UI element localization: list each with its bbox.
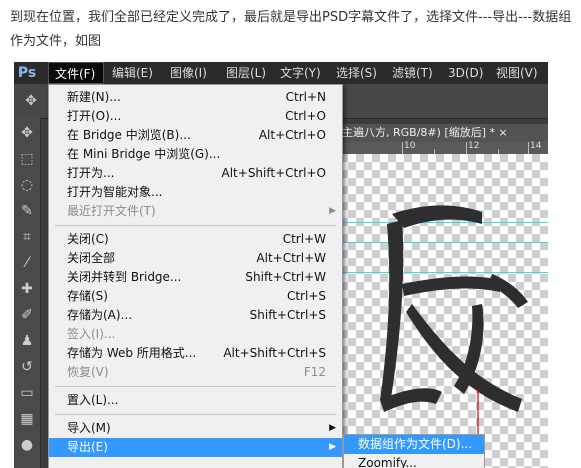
eraser-icon[interactable]: ▭ [18,384,36,402]
file-menu-item[interactable]: 在 Bridge 中浏览(B)... Alt+Ctrl+O [49,126,342,145]
menu-item-label: 打开为... [67,166,115,180]
submenu-arrow-icon: ▶ [329,442,336,452]
menu-item-label: 存储为 Web 所用格式... [67,346,197,360]
menu-item-shortcut: Ctrl+O [285,109,326,123]
lasso-icon[interactable]: ◌ [18,176,36,194]
menu-separator [55,225,336,226]
menu-item-label: 存储(S) [67,289,108,303]
brush-icon[interactable]: ✐ [18,306,36,324]
menu-item-shortcut: Alt+Shift+Ctrl+S [223,346,326,360]
export-zoomify-item[interactable]: Zoomify... [344,454,484,468]
quick-select-icon[interactable]: ✎ [18,202,36,220]
menubar-item[interactable]: 编辑(E) [106,62,162,84]
file-menu-item[interactable]: 打开为智能对象... [49,183,342,202]
toolbox: ✥ ⬚ ◌ ✎ ⌗ ⁄ ✚ ✐ ♟ ↺ ▭ ▦ ● [14,118,41,468]
export-data-sets-as-files-item[interactable]: 数据组作为文件(D)... [344,435,484,454]
menu-item-label: 恢复(V) [67,365,109,379]
ps-logo: Ps [14,62,40,84]
submenu-item-label: Zoomify... [358,456,417,468]
file-menu-item[interactable]: 关闭(C) Ctrl+W [49,230,342,249]
menu-item-label: 签入(I)... [67,327,116,341]
gradient-icon[interactable]: ▦ [18,410,36,428]
menu-item-label: 导入(M) [67,421,111,435]
file-menu-item[interactable]: 在 Mini Bridge 中浏览(G)... [49,145,342,164]
menu-item-shortcut: Ctrl+S [286,289,326,303]
move-tool-icon[interactable]: ✥ [22,92,40,110]
healing-brush-icon[interactable]: ✚ [18,280,36,298]
file-menu-item[interactable]: 打开(O)... Ctrl+O [49,107,342,126]
menu-item-shortcut: Shift+Ctrl+S [249,308,326,322]
menu-item-label: 打开(O)... [67,109,122,123]
history-brush-icon[interactable]: ↺ [18,358,36,376]
document-canvas[interactable] [332,154,548,468]
photoshop-screenshot: Ps 文件(F) 编辑(E) 图像(I) 图层(L) 文字(Y) 选择(S) 滤镜(T) 3D… [14,62,548,468]
crop-icon[interactable]: ⌗ [18,228,36,246]
file-menu-dropdown: 新建(N)... Ctrl+N 打开(O)... Ctrl+O 在 Bridge 中浏览… [48,84,343,468]
file-menu-item[interactable]: 存储为(A)... Shift+Ctrl+S [49,306,342,325]
file-menu-item[interactable]: 恢复(V) F12 [49,363,342,382]
ruler-tick [466,142,467,154]
menubar-item[interactable]: 选择(S) [330,62,384,84]
menu-item-shortcut: Alt+Ctrl+O [258,128,326,142]
menu-item-label: 在 Bridge 中浏览(B)... [67,128,191,142]
file-menu-item[interactable]: 签入(I)... [49,325,342,344]
file-menu-item[interactable]: 新建(N)... Ctrl+N [49,88,342,107]
file-menu-item[interactable]: 置入(L)... [49,391,342,410]
menu-item-shortcut: Alt+Ctrl+W [256,251,326,265]
file-menu-item[interactable]: 关闭全部 Alt+Ctrl+W [49,249,342,268]
file-menu-item[interactable]: 导出(E) ▶ [49,438,342,457]
menu-item-shortcut: Ctrl+N [285,90,326,104]
menu-item-shortcut: Shift+Ctrl+W [245,270,326,284]
move-icon[interactable]: ✥ [18,124,36,142]
submenu-arrow-icon: ▶ [329,423,336,433]
document-tab[interactable]: 主遍八方, RGB/8#) [缩放后] * × [332,124,542,142]
file-menu-item[interactable]: 导入(M) ▶ [49,419,342,438]
article-caption: 到现在位置，我们全部已经定义完成了，最后就是导出PSD字幕文件了，选择文件---… [10,10,572,49]
clone-stamp-icon[interactable]: ♟ [18,332,36,350]
calligraphy-stroke-artwork [380,205,528,468]
menu-item-shortcut: Ctrl+W [282,232,326,246]
menu-item-shortcut: F12 [303,365,326,379]
menu-item-label: 关闭(C) [67,232,109,246]
file-menu-item[interactable]: 最近打开文件(T) ▶ [49,202,342,221]
menu-item-label: 置入(L)... [67,393,119,407]
submenu-item-label: 数据组作为文件(D)... [358,437,473,451]
export-submenu: 数据组作为文件(D)... Zoomify... [343,434,485,468]
ruler-label: 10 [404,141,416,151]
blur-icon[interactable]: ● [18,436,36,454]
ruler-label: 14 [530,141,542,151]
menubar-item[interactable]: 图像(I) [164,62,218,84]
menu-bar: Ps 文件(F) 编辑(E) 图像(I) 图层(L) 文字(Y) 选择(S) 滤镜(T) 3D… [14,62,548,84]
menu-item-label: 关闭并转到 Bridge... [67,270,182,284]
marquee-icon[interactable]: ⬚ [18,150,36,168]
ruler-tick [402,142,403,154]
menubar-item[interactable]: 图层(L) [220,62,274,84]
menu-separator [55,414,336,415]
file-menu-item[interactable]: 关闭并转到 Bridge... Shift+Ctrl+W [49,268,342,287]
menubar-item[interactable]: 滤镜(T) [386,62,440,84]
menu-item-label: 导出(E) [67,440,108,454]
file-menu-item[interactable]: 打开为... Alt+Shift+Ctrl+O [49,164,342,183]
menubar-item[interactable]: 文字(Y) [274,62,328,84]
menu-item-label: 存储为(A)... [67,308,133,322]
menu-separator [55,386,336,387]
menubar-item[interactable]: 文件(F) [48,62,104,84]
menu-item-shortcut: Alt+Shift+Ctrl+O [221,166,326,180]
document-tab-bar: 主遍八方, RGB/8#) [缩放后] * × [332,124,548,142]
menu-item-label: 新建(N)... [67,90,121,104]
menu-item-label: 关闭全部 [67,251,116,265]
file-menu-item[interactable]: 存储(S) Ctrl+S [49,287,342,306]
menu-item-label: 最近打开文件(T) [67,204,156,218]
menu-item-label: 在 Mini Bridge 中浏览(G)... [67,147,221,161]
file-menu-item[interactable]: 存储为 Web 所用格式... Alt+Shift+Ctrl+S [49,344,342,363]
ruler-label: 12 [468,141,480,151]
ruler-tick [528,142,529,154]
menu-item-label: 打开为智能对象... [67,185,163,199]
eyedropper-icon[interactable]: ⁄ [18,254,36,272]
menubar-item[interactable]: 视图(V) [490,62,546,84]
menubar-item[interactable]: 3D(D) [442,62,488,84]
submenu-arrow-icon: ▶ [329,206,336,216]
